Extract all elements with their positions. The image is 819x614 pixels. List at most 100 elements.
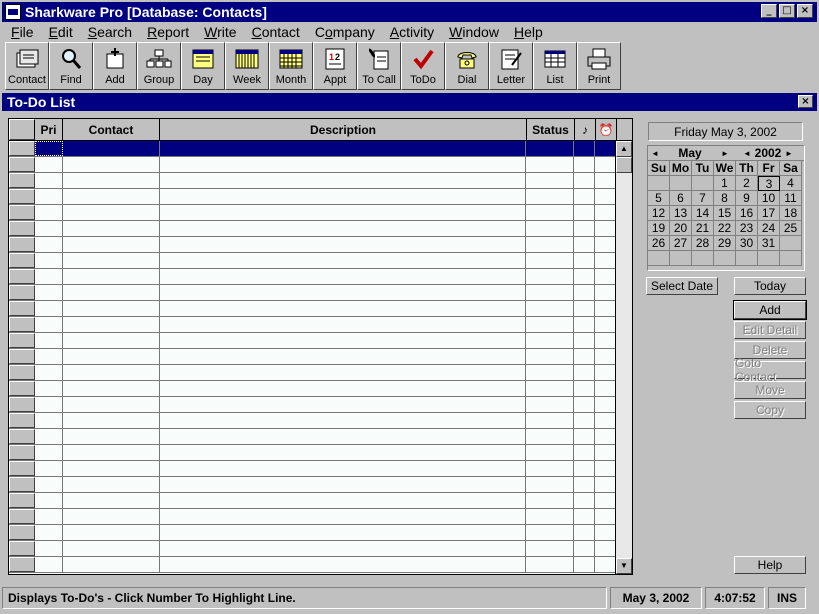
table-cell[interactable] — [526, 509, 575, 524]
table-cell[interactable] — [35, 221, 63, 236]
close-button[interactable]: × — [797, 4, 813, 18]
table-row[interactable] — [9, 381, 616, 397]
goto-contact-button[interactable]: Goto Contact — [734, 356, 806, 384]
table-cell[interactable] — [574, 429, 596, 444]
table-row[interactable] — [9, 509, 616, 525]
calendar-day[interactable]: 2 — [736, 176, 758, 191]
table-cell[interactable] — [35, 413, 63, 428]
table-cell[interactable] — [526, 525, 575, 540]
row-header[interactable] — [9, 461, 35, 476]
table-cell[interactable] — [35, 525, 63, 540]
table-row[interactable] — [9, 413, 616, 429]
table-cell[interactable] — [160, 493, 527, 508]
table-row[interactable] — [9, 189, 616, 205]
table-row[interactable] — [9, 445, 616, 461]
next-year-icon[interactable]: ► — [784, 149, 794, 158]
row-header[interactable] — [9, 381, 35, 396]
row-header[interactable] — [9, 509, 35, 524]
table-cell[interactable] — [526, 173, 575, 188]
calendar-day[interactable]: 21 — [692, 221, 714, 236]
toolbar-todo-button[interactable]: ToDo — [401, 42, 445, 90]
row-header[interactable] — [9, 333, 35, 348]
calendar-day[interactable]: 31 — [758, 236, 780, 251]
table-cell[interactable] — [595, 189, 616, 204]
menu-edit[interactable]: Edit — [40, 24, 79, 40]
column-header-contact[interactable]: Contact — [63, 119, 160, 140]
row-header[interactable] — [9, 413, 35, 428]
menu-company[interactable]: Company — [306, 24, 381, 40]
table-row[interactable] — [9, 301, 616, 317]
toolbar-add-button[interactable]: Add — [93, 42, 137, 90]
table-cell[interactable] — [574, 493, 596, 508]
vertical-scrollbar[interactable]: ▲ ▼ — [615, 141, 632, 574]
table-cell[interactable] — [63, 349, 160, 364]
table-cell[interactable] — [35, 269, 63, 284]
column-header-description[interactable]: Description — [160, 119, 527, 140]
table-cell[interactable] — [595, 173, 616, 188]
table-cell[interactable] — [63, 477, 160, 492]
row-header[interactable] — [9, 173, 35, 188]
table-cell[interactable] — [63, 221, 160, 236]
table-cell[interactable] — [35, 509, 63, 524]
table-cell[interactable] — [160, 157, 527, 172]
table-cell[interactable] — [595, 509, 616, 524]
table-cell[interactable] — [63, 253, 160, 268]
table-cell[interactable] — [35, 301, 63, 316]
toolbar-letter-button[interactable]: Letter — [489, 42, 533, 90]
menu-write[interactable]: Write — [195, 24, 242, 40]
row-header[interactable] — [9, 493, 35, 508]
row-header[interactable] — [9, 397, 35, 412]
table-cell[interactable] — [574, 141, 596, 156]
table-cell[interactable] — [63, 333, 160, 348]
table-cell[interactable] — [595, 541, 616, 556]
calendar-day[interactable]: 10 — [758, 191, 780, 206]
scroll-up-arrow-icon[interactable]: ▲ — [616, 141, 632, 157]
menu-help[interactable]: Help — [505, 24, 549, 40]
toolbar-week-button[interactable]: Week — [225, 42, 269, 90]
table-cell[interactable] — [526, 269, 575, 284]
calendar-day[interactable]: 23 — [736, 221, 758, 236]
table-cell[interactable] — [63, 269, 160, 284]
table-cell[interactable] — [574, 237, 596, 252]
calendar-day[interactable]: 14 — [692, 206, 714, 221]
table-cell[interactable] — [160, 317, 527, 332]
app-icon[interactable] — [5, 4, 21, 20]
table-cell[interactable] — [160, 541, 527, 556]
table-cell[interactable] — [574, 541, 596, 556]
table-cell[interactable] — [574, 301, 596, 316]
table-cell[interactable] — [526, 445, 575, 460]
table-cell[interactable] — [160, 269, 527, 284]
table-cell[interactable] — [526, 397, 575, 412]
table-cell[interactable] — [160, 189, 527, 204]
table-row[interactable] — [9, 141, 616, 157]
table-cell[interactable] — [160, 301, 527, 316]
menu-contact[interactable]: Contact — [243, 24, 306, 40]
copy-button[interactable]: Copy — [734, 401, 806, 419]
calendar-day[interactable]: 6 — [670, 191, 692, 206]
table-cell[interactable] — [63, 301, 160, 316]
table-cell[interactable] — [595, 333, 616, 348]
table-cell[interactable] — [595, 413, 616, 428]
alarm-sound-icon[interactable]: ♪ — [575, 119, 596, 140]
row-header[interactable] — [9, 221, 35, 236]
prev-year-icon[interactable]: ◄ — [742, 149, 752, 158]
table-cell[interactable] — [526, 365, 575, 380]
calendar-day[interactable]: 17 — [758, 206, 780, 221]
table-cell[interactable] — [63, 381, 160, 396]
table-cell[interactable] — [63, 317, 160, 332]
table-cell[interactable] — [160, 285, 527, 300]
scroll-thumb[interactable] — [616, 157, 632, 173]
table-row[interactable] — [9, 365, 616, 381]
table-cell[interactable] — [574, 173, 596, 188]
help-button[interactable]: Help — [734, 556, 806, 574]
row-header[interactable] — [9, 557, 35, 572]
table-cell[interactable] — [526, 541, 575, 556]
move-button[interactable]: Move — [734, 381, 806, 399]
table-cell[interactable] — [595, 205, 616, 220]
table-row[interactable] — [9, 221, 616, 237]
table-cell[interactable] — [595, 477, 616, 492]
table-cell[interactable] — [595, 493, 616, 508]
table-cell[interactable] — [35, 461, 63, 476]
table-cell[interactable] — [35, 365, 63, 380]
table-cell[interactable] — [595, 365, 616, 380]
